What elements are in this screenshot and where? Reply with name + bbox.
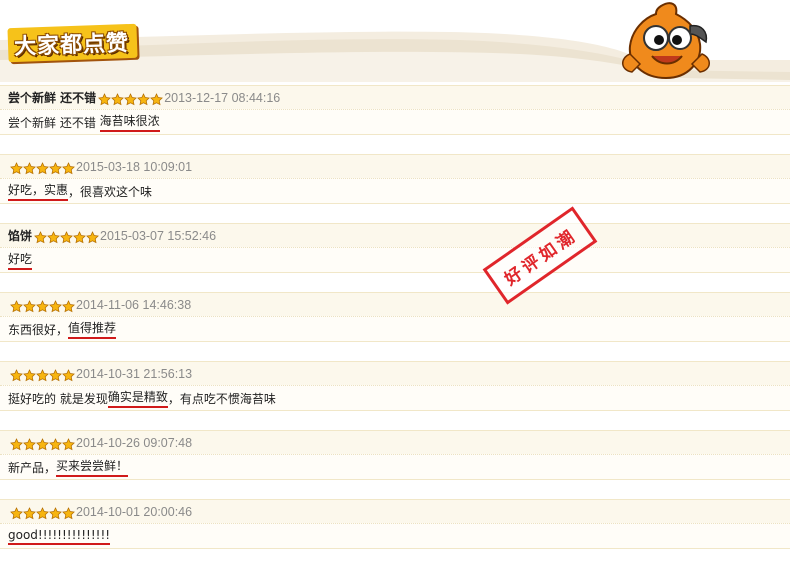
star-icon bbox=[124, 91, 138, 106]
review-content: 东西很好， 值得推荐 bbox=[0, 316, 790, 342]
star-icon bbox=[23, 436, 36, 451]
review-content: 新产品， 买来尝尝鲜！ bbox=[0, 454, 790, 480]
review-time: 2014-10-01 20:00:46 bbox=[76, 504, 193, 519]
review-meta: 馅饼 2015-03-07 15:52:46 bbox=[0, 223, 790, 247]
star-rating bbox=[10, 367, 75, 382]
review-item: 2014-10-31 21:56:13 挺好吃的 就是发现 确实是精致 ，有点吃不惯海… bbox=[0, 358, 790, 427]
star-icon bbox=[49, 367, 62, 382]
star-icon bbox=[62, 505, 75, 520]
star-icon bbox=[62, 367, 75, 382]
star-icon bbox=[10, 505, 23, 520]
review-item: 尝个新鲜 还不错 2013-12-17 08:44:16 尝个新鲜 还不错 海苔味很… bbox=[0, 82, 790, 151]
review-time: 2014-10-26 09:07:48 bbox=[76, 435, 193, 450]
review-text-highlight: 确实是精致 bbox=[107, 388, 168, 408]
review-content: 尝个新鲜 还不错 海苔味很浓 bbox=[0, 109, 790, 135]
star-icon bbox=[137, 91, 151, 106]
review-time: 2015-03-07 15:52:46 bbox=[100, 228, 217, 243]
star-icon bbox=[34, 229, 47, 244]
review-item: 2014-11-06 14:46:38 东西很好， 值得推荐 bbox=[0, 289, 790, 358]
review-text-after: ，有点吃不惯海苔味 bbox=[167, 391, 276, 406]
star-icon bbox=[111, 91, 125, 106]
star-icon bbox=[36, 436, 49, 451]
star-icon bbox=[49, 436, 62, 451]
review-time: 2014-10-31 21:56:13 bbox=[76, 366, 193, 381]
review-item: 馅饼 2015-03-07 15:52:46 好吃 bbox=[0, 220, 790, 289]
section-title: 大家都点赞 bbox=[13, 31, 130, 61]
star-rating bbox=[10, 505, 75, 520]
star-rating bbox=[10, 298, 75, 313]
review-meta: 2014-10-01 20:00:46 bbox=[0, 499, 790, 523]
star-icon bbox=[62, 436, 75, 451]
star-icon bbox=[36, 505, 49, 520]
star-icon bbox=[36, 298, 49, 313]
review-meta: 尝个新鲜 还不错 2013-12-17 08:44:16 bbox=[0, 85, 790, 109]
review-text: 尝个新鲜 还不错 bbox=[8, 115, 100, 130]
review-text-highlight: good!!!!!!!!!!!!!!! bbox=[8, 528, 111, 545]
review-content: 好吃 bbox=[0, 247, 790, 273]
star-icon bbox=[49, 505, 62, 520]
star-rating bbox=[10, 160, 75, 175]
review-content: good!!!!!!!!!!!!!!! bbox=[0, 523, 790, 549]
section-title-badge: 大家都点赞 bbox=[7, 23, 138, 63]
star-icon bbox=[62, 298, 75, 313]
review-text: 新产品， bbox=[8, 460, 57, 475]
review-text: 东西很好， bbox=[8, 322, 69, 337]
star-icon bbox=[62, 160, 75, 175]
review-time: 2015-03-18 10:09:01 bbox=[76, 159, 193, 174]
star-icon bbox=[73, 229, 86, 244]
review-text-highlight: 好吃，实惠 bbox=[8, 181, 69, 201]
review-item: 2015-03-18 10:09:01 好吃，实惠 ，很喜欢这个味 bbox=[0, 151, 790, 220]
review-meta: 2014-10-31 21:56:13 bbox=[0, 361, 790, 385]
star-rating bbox=[98, 91, 164, 106]
review-text-highlight: 买来尝尝鲜！ bbox=[56, 457, 129, 477]
review-author: 馅饼 bbox=[8, 229, 33, 243]
orange-fish-mascot-icon bbox=[622, 2, 710, 80]
header: 大家都点赞 bbox=[0, 0, 790, 82]
star-icon bbox=[98, 91, 112, 106]
review-meta: 2014-10-26 09:07:48 bbox=[0, 430, 790, 454]
star-icon bbox=[10, 367, 23, 382]
star-icon bbox=[10, 298, 23, 313]
star-icon bbox=[23, 160, 36, 175]
review-item: 2014-10-01 20:00:46 good!!!!!!!!!!!!!!! bbox=[0, 496, 790, 565]
star-icon bbox=[36, 367, 49, 382]
star-icon bbox=[60, 229, 73, 244]
star-rating bbox=[10, 436, 75, 451]
star-icon bbox=[23, 298, 36, 313]
star-icon bbox=[49, 160, 62, 175]
review-text-after: ，很喜欢这个味 bbox=[68, 184, 153, 199]
star-icon bbox=[23, 505, 36, 520]
star-icon bbox=[36, 160, 49, 175]
star-icon bbox=[23, 367, 36, 382]
review-text-highlight: 好吃 bbox=[8, 250, 33, 270]
star-rating bbox=[34, 229, 99, 244]
review-time: 2014-11-06 14:46:38 bbox=[76, 297, 192, 312]
review-text-highlight: 值得推荐 bbox=[68, 319, 117, 339]
review-meta: 2014-11-06 14:46:38 bbox=[0, 292, 790, 316]
review-author: 尝个新鲜 还不错 bbox=[8, 91, 97, 105]
star-icon bbox=[10, 436, 23, 451]
review-item: 2014-10-26 09:07:48 新产品， 买来尝尝鲜！ bbox=[0, 427, 790, 496]
review-content: 挺好吃的 就是发现 确实是精致 ，有点吃不惯海苔味 bbox=[0, 385, 790, 411]
star-icon bbox=[86, 229, 99, 244]
review-text: 挺好吃的 就是发现 bbox=[8, 391, 108, 406]
star-icon bbox=[10, 160, 23, 175]
star-icon bbox=[49, 298, 62, 313]
review-time: 2013-12-17 08:44:16 bbox=[164, 90, 281, 105]
review-text-highlight: 海苔味很浓 bbox=[99, 112, 160, 132]
star-icon bbox=[150, 91, 164, 106]
review-meta: 2015-03-18 10:09:01 bbox=[0, 154, 790, 178]
review-list: 尝个新鲜 还不错 2013-12-17 08:44:16 尝个新鲜 还不错 海苔味很… bbox=[0, 82, 790, 565]
star-icon bbox=[47, 229, 60, 244]
review-content: 好吃，实惠 ，很喜欢这个味 bbox=[0, 178, 790, 204]
